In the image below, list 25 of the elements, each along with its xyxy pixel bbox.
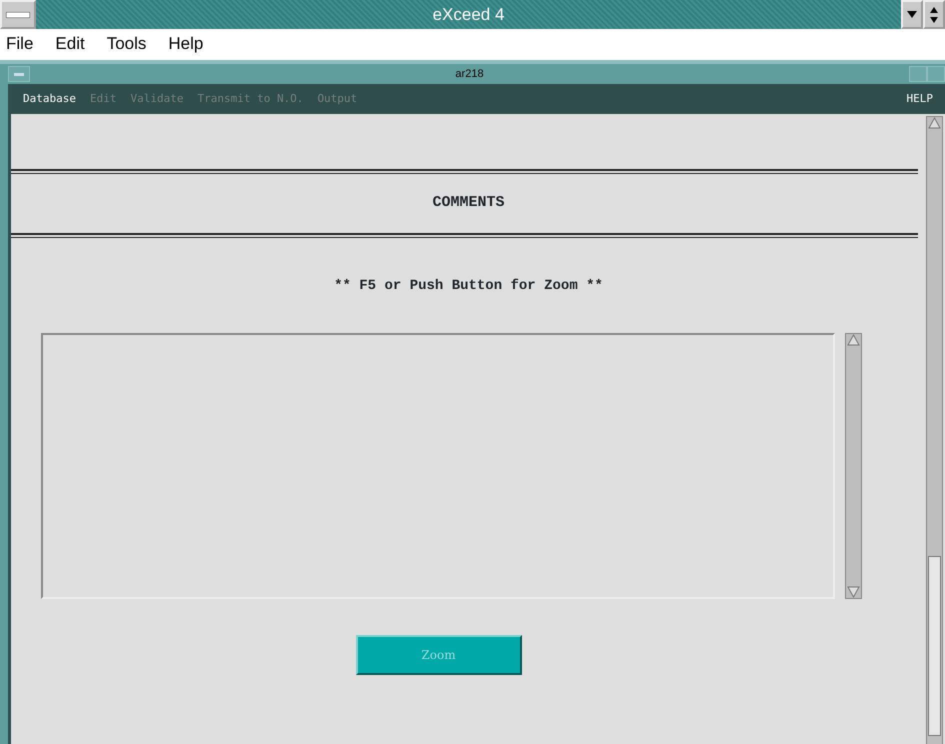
menu-item[interactable]: Tools xyxy=(106,31,146,57)
scrollbar[interactable] xyxy=(926,116,943,744)
menu-item[interactable]: Edit xyxy=(55,31,85,57)
dropdown-button[interactable] xyxy=(901,0,923,29)
section-heading: COMMENTS xyxy=(431,193,506,213)
window-title: eXceed 4 xyxy=(432,4,506,26)
minus-icon xyxy=(14,72,24,76)
help-menu-item[interactable]: HELP xyxy=(906,90,933,108)
caret-icon xyxy=(907,11,917,18)
up-arrow-icon xyxy=(927,117,942,129)
minus-icon xyxy=(6,12,30,18)
window-menu-button[interactable] xyxy=(0,0,36,29)
up-arrow-icon xyxy=(846,334,861,346)
inner-window-title: ar218 xyxy=(454,66,485,82)
menu-item[interactable]: Database xyxy=(23,90,76,108)
scrollbar-thumb[interactable] xyxy=(928,556,941,736)
menu-item[interactable]: File xyxy=(6,31,34,57)
up-down-icon xyxy=(930,6,938,22)
inner-window-menu-button[interactable] xyxy=(8,66,30,82)
menu-item[interactable]: Help xyxy=(168,31,204,57)
scrollbar[interactable] xyxy=(845,332,862,598)
down-arrow-icon xyxy=(846,586,861,598)
resize-button[interactable] xyxy=(923,0,945,29)
hint-text: ** F5 or Push Button for Zoom ** xyxy=(333,276,604,296)
comments-field[interactable] xyxy=(41,332,835,598)
